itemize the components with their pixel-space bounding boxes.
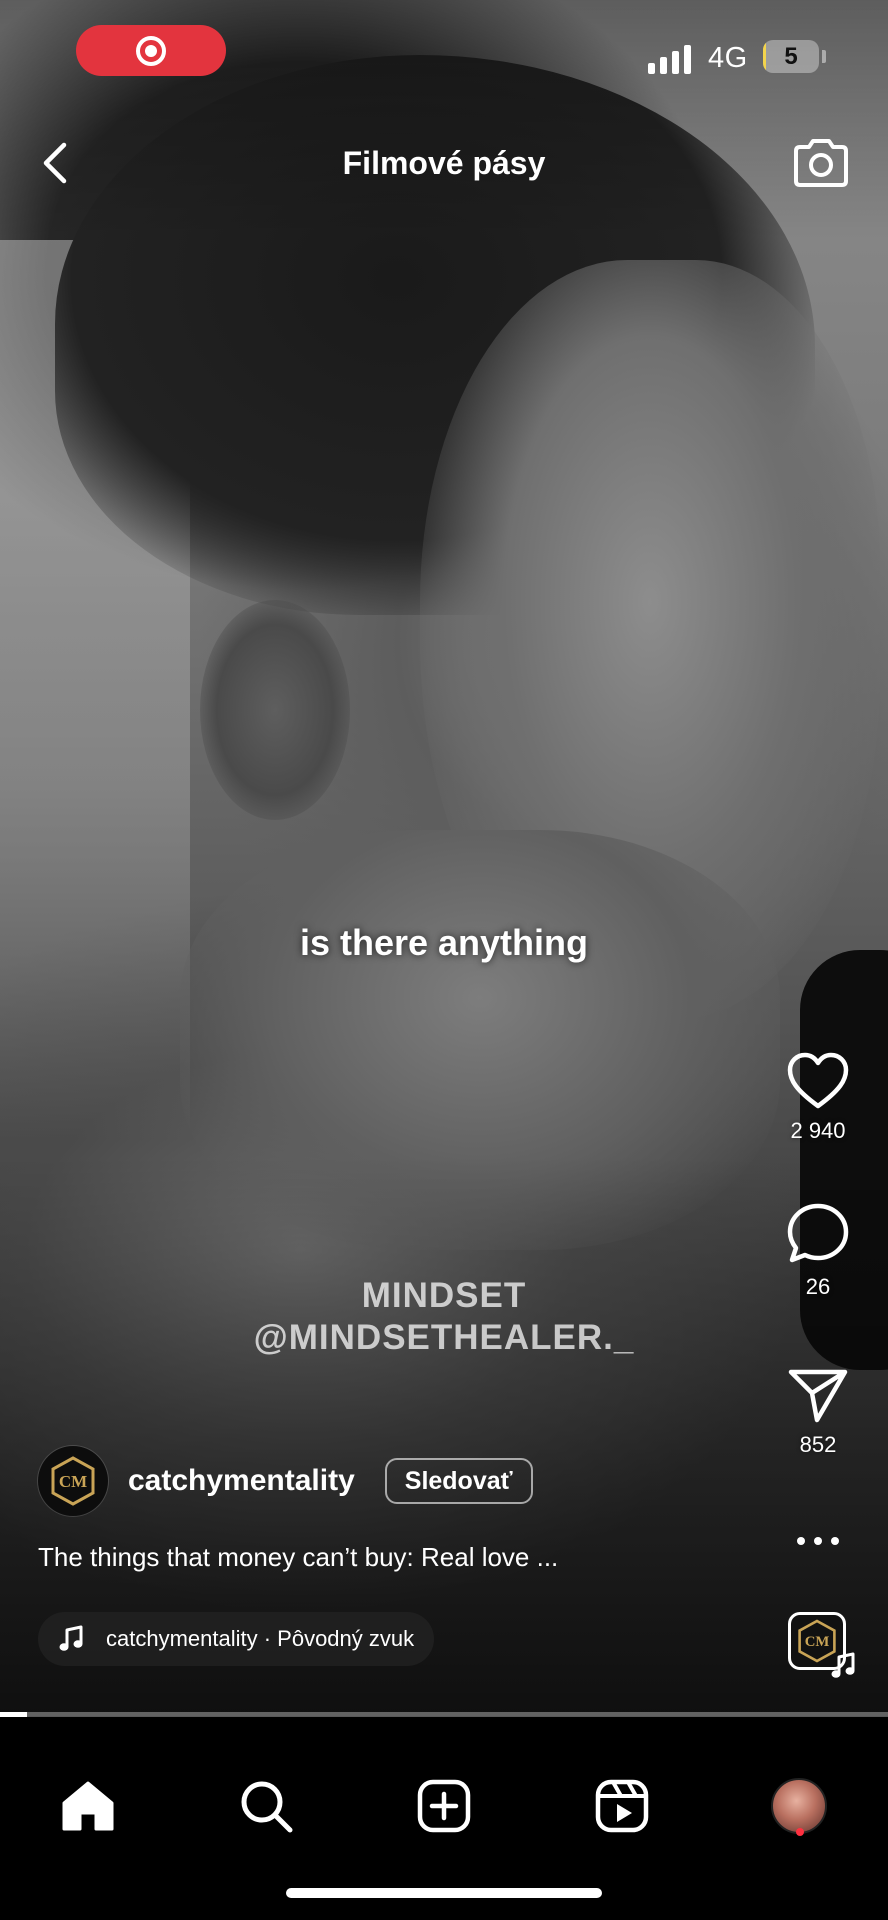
catchymentality-logo: CM (51, 1456, 95, 1506)
page-title: Filmové pásy (342, 145, 546, 181)
watermark-line-2: @MINDSETHEALER._ (253, 1318, 635, 1357)
nav-reels-button[interactable] (577, 1761, 667, 1851)
record-icon (136, 35, 166, 66)
screen-recording-indicator[interactable] (76, 25, 226, 76)
reels-icon (595, 1779, 649, 1833)
cellular-signal-icon (648, 44, 691, 74)
status-bar: 4G 5 (0, 0, 888, 100)
search-icon (241, 1781, 293, 1833)
author-row: CM catchymentality Sledovať (38, 1446, 533, 1516)
share-button[interactable]: 852 (770, 1366, 866, 1458)
follow-button[interactable]: Sledovať (384, 1458, 533, 1504)
camera-button[interactable] (790, 132, 852, 194)
comment-count: 26 (805, 1274, 831, 1299)
like-button[interactable]: 2 940 (770, 1052, 866, 1144)
video-watermark: MINDSET @MINDSETHEALER._ (0, 1275, 888, 1359)
home-icon (62, 1781, 114, 1831)
nav-search-button[interactable] (221, 1761, 311, 1851)
nav-create-button[interactable] (399, 1761, 489, 1851)
share-count: 852 (799, 1432, 837, 1457)
heart-icon (787, 1052, 849, 1109)
comment-bubble-icon (787, 1203, 849, 1263)
comment-button[interactable]: 26 (770, 1202, 866, 1300)
audio-note-icon (830, 1652, 856, 1685)
nav-profile-button[interactable] (754, 1761, 844, 1851)
author-avatar[interactable]: CM (38, 1446, 108, 1516)
back-button[interactable] (30, 134, 80, 192)
logo-letters: CM (59, 1472, 87, 1491)
reels-header: Filmové pásy (0, 120, 888, 206)
create-icon (417, 1779, 471, 1833)
author-username[interactable]: catchymentality (128, 1464, 355, 1498)
reels-screen: 4G 5 Filmové pásy is there anything MIND… (0, 0, 888, 1920)
camera-icon (794, 139, 848, 187)
audio-label: catchymentality · Pôvodný zvuk (106, 1626, 415, 1651)
post-caption[interactable]: The things that money can’t buy: Real lo… (38, 1542, 558, 1573)
audio-attribution[interactable]: catchymentality · Pôvodný zvuk (38, 1612, 435, 1666)
like-count: 2 940 (790, 1118, 846, 1143)
music-note-icon (58, 1625, 84, 1653)
chevron-left-icon (43, 142, 67, 184)
more-dots-icon (797, 1537, 839, 1545)
activity-notification-dot (796, 1828, 804, 1836)
battery-level: 5 (784, 42, 798, 70)
home-indicator[interactable] (286, 1888, 602, 1898)
paper-plane-icon (788, 1369, 848, 1423)
nav-home-button[interactable] (43, 1761, 133, 1851)
svg-text:CM: CM (805, 1634, 830, 1650)
profile-avatar (771, 1778, 827, 1834)
watermark-line-1: MINDSET (361, 1276, 527, 1315)
battery-icon: 5 (763, 40, 819, 73)
more-options-button[interactable] (770, 1520, 866, 1562)
video-subtitle: is there anything (299, 922, 589, 963)
network-type: 4G (708, 42, 748, 74)
